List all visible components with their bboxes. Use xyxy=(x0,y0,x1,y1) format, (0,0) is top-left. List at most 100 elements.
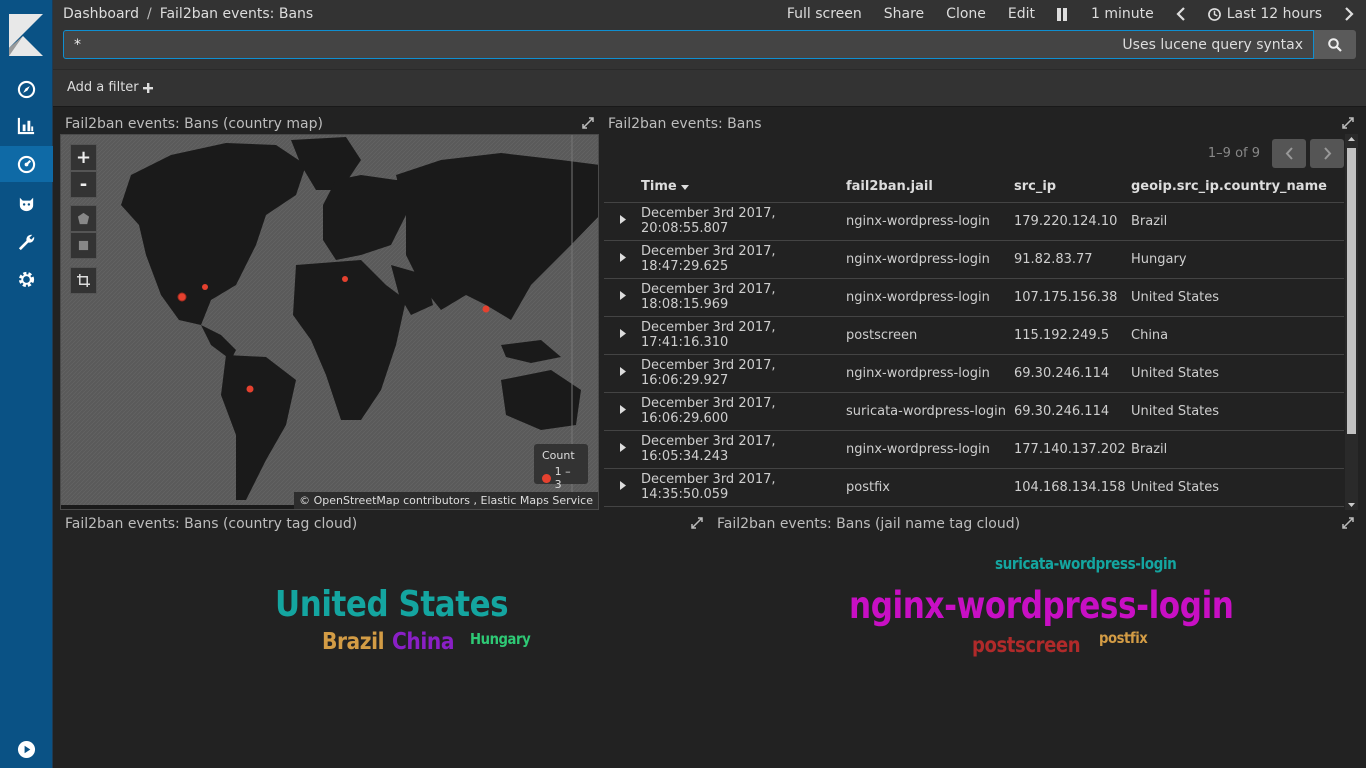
map-attribution[interactable]: © OpenStreetMap contributors , Elastic M… xyxy=(294,492,598,509)
cell-src-ip: 115.192.249.5 xyxy=(1014,316,1131,355)
scroll-down-icon[interactable] xyxy=(1345,500,1358,510)
breadcrumb: Dashboard / Fail2ban events: Bans xyxy=(63,6,313,22)
lucene-syntax-hint[interactable]: Uses lucene query syntax xyxy=(1122,37,1303,53)
map-marker[interactable] xyxy=(202,284,208,290)
column-header-src-ip[interactable]: src_ip xyxy=(1014,172,1131,203)
tag-word[interactable]: suricata-wordpress-login xyxy=(995,554,1177,573)
pager-count: 1–9 of 9 xyxy=(1207,146,1260,161)
expand-icon[interactable] xyxy=(1342,517,1354,529)
draw-rectangle-button[interactable] xyxy=(70,232,97,259)
filter-bar: Add a filter xyxy=(53,70,1366,107)
chevron-right-icon xyxy=(1323,147,1331,160)
expand-icon[interactable] xyxy=(582,117,594,129)
cell-country: United States xyxy=(1131,468,1344,507)
sidebar-item-devtools[interactable] xyxy=(0,224,53,260)
map-marker[interactable] xyxy=(482,305,490,313)
cell-jail: suricata-wordpress-login xyxy=(846,392,1014,431)
row-expand-button[interactable] xyxy=(604,278,641,317)
tag-word[interactable]: postfix xyxy=(1099,629,1148,647)
polygon-icon xyxy=(77,212,90,225)
saved-search-table: 1–9 of 9 Time fail2ban.jail src_ip geoip… xyxy=(604,134,1358,510)
tag-word[interactable]: Hungary xyxy=(470,630,531,648)
caret-right-icon xyxy=(619,291,626,300)
tag-word[interactable]: United States xyxy=(275,584,509,625)
caret-right-icon xyxy=(619,405,626,414)
chevron-right-icon[interactable] xyxy=(1344,7,1354,21)
caret-right-icon xyxy=(619,329,626,338)
row-expand-button[interactable] xyxy=(604,430,641,469)
column-header-time[interactable]: Time xyxy=(641,172,846,203)
cell-time: December 3rd 2017, 16:06:29.927 xyxy=(641,354,846,393)
sort-desc-icon[interactable] xyxy=(681,185,690,191)
cell-time: December 3rd 2017, 16:06:29.600 xyxy=(641,392,846,431)
kibana-logo[interactable] xyxy=(9,14,43,56)
scrollbar[interactable] xyxy=(1345,134,1358,510)
search-input[interactable]: * Uses lucene query syntax xyxy=(63,30,1314,59)
edit-button[interactable]: Edit xyxy=(1008,6,1035,22)
column-header-country[interactable]: geoip.src_ip.country_name xyxy=(1131,172,1344,203)
sidebar-item-discover[interactable] xyxy=(0,71,53,107)
expand-icon[interactable] xyxy=(691,517,703,529)
country-map[interactable]: + - Count 1 – 3 © OpenStreetMap contribu… xyxy=(60,134,599,510)
add-filter-button[interactable]: Add a filter xyxy=(67,80,153,95)
tag-word[interactable]: Brazil xyxy=(322,629,385,655)
fullscreen-button[interactable]: Full screen xyxy=(787,6,862,22)
table-body: December 3rd 2017, 20:08:55.807 nginx-wor… xyxy=(604,202,1344,507)
pager: 1–9 of 9 xyxy=(1208,139,1344,168)
breadcrumb-root[interactable]: Dashboard xyxy=(63,6,139,22)
cell-jail: postscreen xyxy=(846,316,1014,355)
tag-word[interactable]: nginx-wordpress-login xyxy=(849,584,1234,627)
sidebar-item-visualize[interactable] xyxy=(0,107,53,143)
table-row: December 3rd 2017, 16:06:29.927 nginx-wor… xyxy=(604,354,1344,393)
scroll-up-icon[interactable] xyxy=(1345,134,1358,144)
next-page-button[interactable] xyxy=(1310,139,1344,168)
zoom-out-button[interactable]: - xyxy=(70,171,97,198)
sidebar-collapse-button[interactable] xyxy=(0,731,53,767)
table-row: December 3rd 2017, 20:08:55.807 nginx-wor… xyxy=(604,202,1344,241)
chevron-left-icon xyxy=(1285,147,1293,160)
search-icon xyxy=(1328,37,1342,52)
table-row: December 3rd 2017, 14:35:50.059 postfix 10… xyxy=(604,468,1344,507)
zoom-in-button[interactable]: + xyxy=(70,144,97,171)
visualize-icon xyxy=(17,117,35,134)
row-expand-button[interactable] xyxy=(604,202,641,241)
map-marker[interactable] xyxy=(246,385,254,393)
row-expand-button[interactable] xyxy=(604,392,641,431)
top-nav: Dashboard / Fail2ban events: Bans Full s… xyxy=(53,0,1366,70)
column-header-jail[interactable]: fail2ban.jail xyxy=(846,172,1014,203)
refresh-interval-button[interactable]: 1 minute xyxy=(1091,6,1154,22)
row-expand-button[interactable] xyxy=(604,316,641,355)
cell-jail: nginx-wordpress-login xyxy=(846,240,1014,279)
dashboard-icon xyxy=(17,155,36,173)
sidebar-item-management[interactable] xyxy=(0,261,53,297)
chevron-left-icon[interactable] xyxy=(1176,7,1186,21)
scrollbar-thumb[interactable] xyxy=(1347,148,1356,434)
tag-word[interactable]: postscreen xyxy=(972,633,1081,657)
cell-country: Brazil xyxy=(1131,430,1344,469)
cell-country: Hungary xyxy=(1131,240,1344,279)
expand-icon[interactable] xyxy=(1342,117,1354,129)
map-legend: Count 1 – 3 xyxy=(534,444,588,491)
events-table: Time fail2ban.jail src_ip geoip.src_ip.c… xyxy=(604,172,1344,507)
clone-button[interactable]: Clone xyxy=(946,6,986,22)
sidebar-item-dashboard[interactable] xyxy=(0,146,53,182)
row-expand-button[interactable] xyxy=(604,354,641,393)
draw-polygon-button[interactable] xyxy=(70,205,97,232)
row-expand-button[interactable] xyxy=(604,468,641,507)
search-button[interactable] xyxy=(1314,30,1356,59)
map-marker[interactable] xyxy=(342,276,348,282)
cell-country: China xyxy=(1131,316,1344,355)
pause-icon[interactable] xyxy=(1057,7,1069,21)
sidebar-item-timelion[interactable] xyxy=(0,185,53,221)
table-row: December 3rd 2017, 16:06:29.600 suricata-… xyxy=(604,392,1344,431)
world-map xyxy=(61,135,598,509)
previous-page-button[interactable] xyxy=(1272,139,1306,168)
share-button[interactable]: Share xyxy=(884,6,924,22)
cell-src-ip: 91.82.83.77 xyxy=(1014,240,1131,279)
row-expand-button[interactable] xyxy=(604,240,641,279)
map-marker[interactable] xyxy=(177,292,187,302)
cell-time: December 3rd 2017, 18:47:29.625 xyxy=(641,240,846,279)
time-picker-button[interactable]: Last 12 hours xyxy=(1207,6,1322,22)
fit-bounds-button[interactable] xyxy=(70,267,97,294)
tag-word[interactable]: China xyxy=(392,629,455,655)
